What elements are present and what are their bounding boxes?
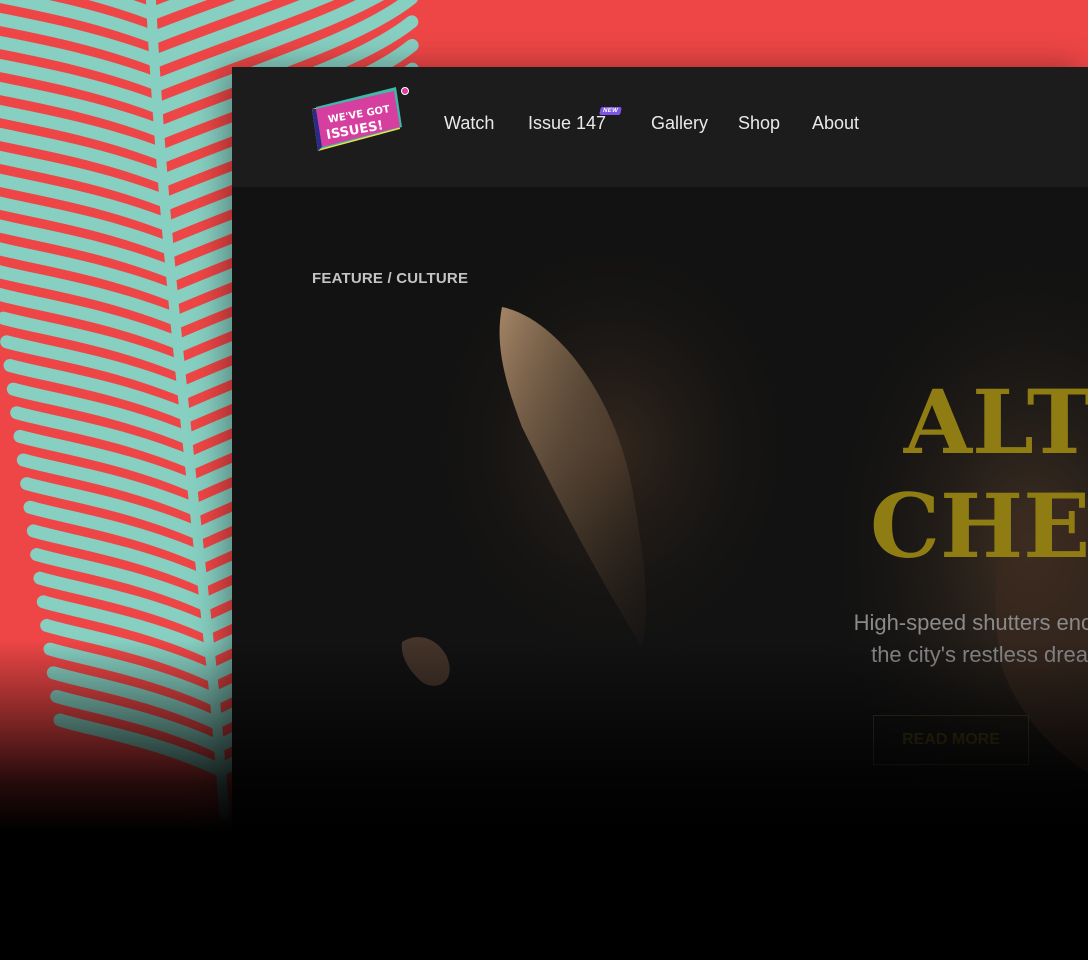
headline-line2: CHEMY [870, 474, 1088, 578]
new-badge: NEW [599, 107, 622, 115]
article-category: FEATURE / CULTURE [312, 270, 469, 287]
nav-gallery[interactable]: Gallery [651, 113, 708, 134]
nav-issue-147[interactable]: Issue 147 [528, 113, 606, 134]
nav-about[interactable]: About [812, 113, 859, 134]
subtitle-line2: the city's restless dreamers [871, 642, 1088, 667]
nav-watch[interactable]: Watch [444, 113, 494, 134]
browser-window: WE'VE GOT ISSUES! Watch Issue 147 NEW Ga… [232, 67, 1088, 960]
hero-section: FEATURE / CULTURE ALT– CHEMY High-speed … [232, 187, 1088, 960]
article-subtitle: High-speed shutters encounter the city's… [752, 607, 1088, 671]
read-more-button[interactable]: READ MORE [873, 715, 1029, 765]
headline-line1: ALT– [903, 370, 1088, 474]
subtitle-line1: High-speed shutters encounter [853, 610, 1088, 635]
magazine-logo-icon[interactable]: WE'VE GOT ISSUES! [310, 87, 414, 159]
site-header: WE'VE GOT ISSUES! Watch Issue 147 NEW Ga… [232, 67, 1088, 187]
nav-shop[interactable]: Shop [738, 113, 780, 134]
article-headline: ALT– CHEMY [750, 370, 1088, 578]
